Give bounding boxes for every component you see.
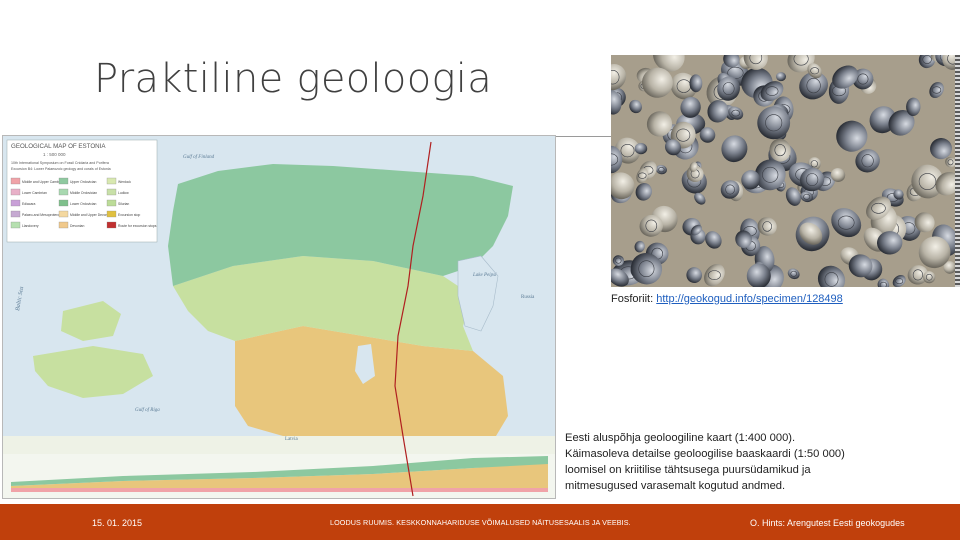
legend-label: Wenlock bbox=[118, 180, 131, 184]
footer-title: LOODUS RUUMIS. KESKKONNAHARIDUSE VÕIMALU… bbox=[330, 518, 631, 527]
legend-swatch bbox=[10, 221, 21, 229]
map-caption-line-3: loomisel on kriitilise tähtsusega puursü… bbox=[565, 464, 811, 476]
legend-swatch bbox=[10, 210, 21, 218]
map-subtitle-2: Excursion B4: Lower Palaeozoic geology a… bbox=[11, 167, 111, 171]
phosphorite-photo bbox=[611, 55, 957, 287]
legend-label: Silurian bbox=[118, 202, 129, 206]
legend-swatch bbox=[58, 221, 69, 229]
latvia-area bbox=[3, 436, 555, 454]
legend-label: Devonian bbox=[70, 224, 84, 228]
legend-label: Excursion stop bbox=[118, 213, 140, 217]
photo-edge bbox=[955, 55, 960, 287]
footer-author: O. Hints: Arengutest Eesti geokogudes bbox=[750, 518, 905, 528]
phosphorite-caption: Fosforiit: http://geokogud.info/specimen… bbox=[611, 293, 843, 305]
legend-swatch bbox=[106, 199, 117, 207]
legend-swatch bbox=[58, 188, 69, 196]
legend-swatch bbox=[10, 199, 21, 207]
legend-label: Upper Ordovician bbox=[70, 180, 96, 184]
legend-label: Llandovery bbox=[22, 224, 39, 228]
slide-title: Praktiline geoloogia bbox=[94, 56, 493, 102]
legend-swatch bbox=[106, 210, 117, 218]
legend-swatch bbox=[58, 210, 69, 218]
label-russia: Russia bbox=[521, 295, 535, 300]
geological-map: GEOLOGICAL MAP OF ESTONIA 1 : 500 000 10… bbox=[2, 135, 556, 499]
map-caption-line-1: Eesti aluspõhja geoloogiline kaart (1:40… bbox=[565, 432, 796, 444]
legend-swatch bbox=[10, 188, 21, 196]
legend-label: Ludlow bbox=[118, 191, 129, 195]
legend-label: Ediacara bbox=[22, 202, 35, 206]
footer-bar: 15. 01. 2015 LOODUS RUUMIS. KESKKONNAHAR… bbox=[0, 504, 960, 540]
map-caption-line-2: Käimasoleva detailse geoloogilise baaska… bbox=[565, 448, 845, 460]
map-caption-line-4: mitmesugused varasemalt kogutud andmed. bbox=[565, 480, 786, 492]
legend-label: Middle and Upper Devonian bbox=[70, 213, 112, 217]
legend-label: Lower Ordovician bbox=[70, 202, 96, 206]
label-latvia: Latvia bbox=[285, 437, 299, 442]
map-caption: Eesti aluspõhja geoloogiline kaart (1:40… bbox=[565, 430, 895, 494]
legend-swatch bbox=[58, 177, 69, 185]
label-gulf-of-riga: Gulf of Riga bbox=[135, 408, 160, 413]
legend-swatch bbox=[106, 221, 117, 229]
label-gulf-of-finland: Gulf of Finland bbox=[183, 155, 215, 160]
legend-swatch bbox=[10, 177, 21, 185]
legend-swatch bbox=[106, 188, 117, 196]
phosphorite-caption-label: Fosforiit: bbox=[611, 293, 654, 305]
legend-label: Middle Ordovician bbox=[70, 191, 97, 195]
map-subtitle-1: 10th International Symposium on Fossil C… bbox=[11, 161, 109, 165]
footer-date: 15. 01. 2015 bbox=[92, 518, 143, 528]
label-lake-peipsi: Lake Peipsi bbox=[472, 273, 497, 278]
legend-label: Route for excursion stops bbox=[118, 224, 157, 228]
map-scale: 1 : 500 000 bbox=[43, 152, 66, 157]
title-divider bbox=[556, 136, 612, 137]
map-title: GEOLOGICAL MAP OF ESTONIA bbox=[11, 143, 106, 150]
legend-swatch bbox=[58, 199, 69, 207]
legend-label: Middle and Upper Cambrian bbox=[22, 180, 65, 184]
legend-label: Lower Cambrian bbox=[22, 191, 47, 195]
legend-swatch bbox=[106, 177, 117, 185]
phosphorite-specimen-link[interactable]: http://geokogud.info/specimen/128498 bbox=[656, 293, 843, 305]
